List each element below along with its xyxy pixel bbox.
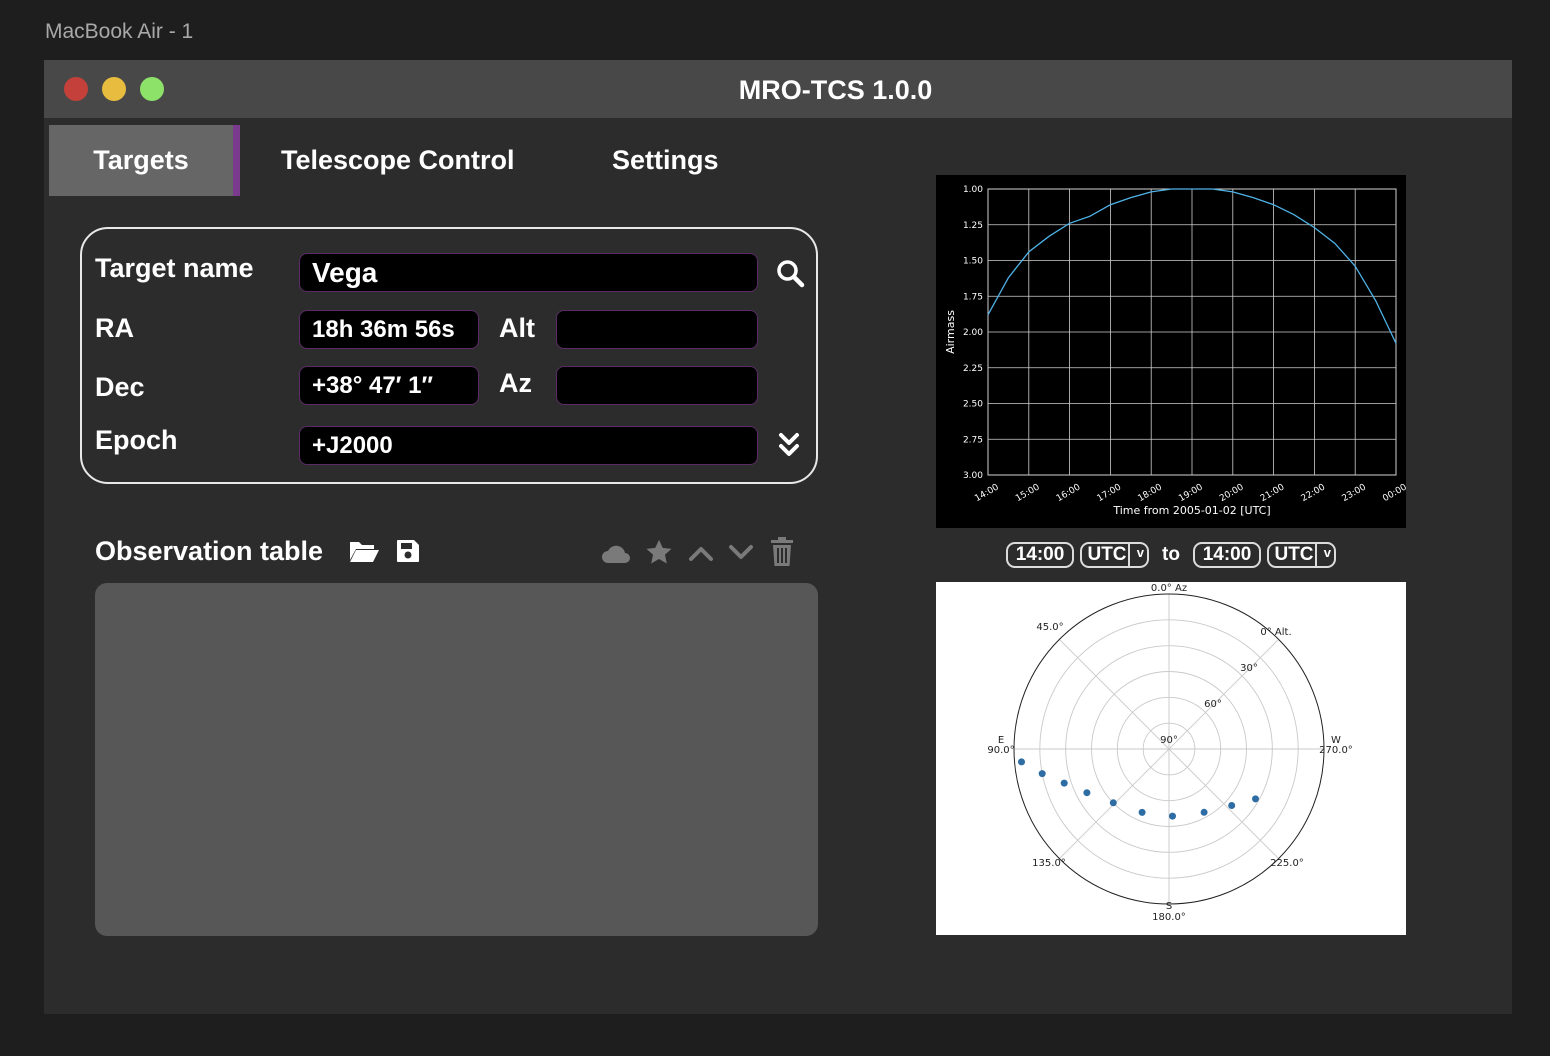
tab-telescope-control[interactable]: Telescope Control <box>281 125 515 196</box>
angle-label: S <box>1166 901 1172 912</box>
ra-input[interactable]: 18h 36m 56s <box>299 310 479 349</box>
target-position-point <box>1252 795 1259 803</box>
to-timezone-value: UTC <box>1274 544 1314 565</box>
x-tick-label: 21:00 <box>1259 482 1287 504</box>
angle-label: 225.0° <box>1270 858 1304 869</box>
y-tick-label: 2.00 <box>963 328 983 338</box>
angle-label: 270.0° <box>1319 745 1353 756</box>
y-tick-label: 2.50 <box>963 400 983 410</box>
angle-label: 180.0° <box>1152 912 1186 923</box>
x-tick-label: 17:00 <box>1096 482 1124 504</box>
search-icon <box>777 260 805 288</box>
sky-chart: 0.0° Az 45.0° E 90.0° 135.0° S 180.0° 225.0° W 27… <box>936 582 1406 935</box>
radial-label: 0° Alt. <box>1260 627 1291 638</box>
x-tick-label: 18:00 <box>1136 482 1164 504</box>
target-position-point <box>1169 812 1176 820</box>
angle-label: 45.0° <box>1036 622 1063 633</box>
star-icon <box>646 539 672 564</box>
target-position-point <box>1228 802 1236 809</box>
radial-label: 30° <box>1240 663 1258 674</box>
target-position-point <box>1138 808 1146 816</box>
x-tick-label: 16:00 <box>1055 482 1083 504</box>
to-time-input[interactable]: 14:00 <box>1193 542 1261 568</box>
y-tick-label: 2.75 <box>963 435 983 445</box>
chevron-down-icon: v <box>1136 545 1144 560</box>
radial-label: 90° <box>1160 735 1178 746</box>
y-tick-label: 1.75 <box>963 292 983 302</box>
target-position-point <box>1109 799 1117 807</box>
y-tick-label: 1.50 <box>963 257 983 267</box>
from-timezone-select[interactable]: UTC v <box>1080 542 1149 568</box>
from-time-input[interactable]: 14:00 <box>1006 542 1074 568</box>
y-tick-label: 2.25 <box>963 364 983 374</box>
save-button[interactable] <box>392 535 424 567</box>
dec-label: Dec <box>95 372 145 402</box>
title-bar: MRO-TCS 1.0.0 <box>44 60 1512 118</box>
y-tick-label: 3.00 <box>963 471 983 481</box>
target-position-point <box>1200 808 1208 816</box>
double-chevron-down-icon <box>779 433 799 456</box>
x-tick-label: 23:00 <box>1340 482 1368 504</box>
y-tick-label: 1.25 <box>963 221 983 231</box>
window-title: MRO-TCS 1.0.0 <box>738 75 933 105</box>
chevron-down-icon: v <box>1323 545 1331 560</box>
target-panel: Target name Vega RA 18h 36m 56s Alt Dec … <box>80 227 818 484</box>
x-tick-label: 15:00 <box>1014 482 1042 504</box>
y-axis-label: Airmass <box>944 310 957 354</box>
to-timezone-select[interactable]: UTC v <box>1267 542 1336 568</box>
az-label: Az <box>499 368 532 398</box>
epoch-input[interactable]: +J2000 <box>299 426 758 465</box>
alt-input[interactable] <box>556 310 758 349</box>
target-name-label: Target name <box>95 253 254 283</box>
folder-open-icon <box>350 542 379 562</box>
search-button[interactable] <box>772 255 808 291</box>
ra-label: RA <box>95 313 134 343</box>
target-position-point <box>1060 779 1068 787</box>
cloud-button[interactable] <box>599 538 633 568</box>
app-window: MRO-TCS 1.0.0 Targets Telescope Control … <box>44 60 1512 1014</box>
epoch-label: Epoch <box>95 425 178 455</box>
x-tick-label: 19:00 <box>1177 482 1205 504</box>
cloud-icon <box>602 545 630 563</box>
save-icon <box>397 540 419 562</box>
y-tick-label: 1.00 <box>963 185 983 195</box>
alt-label: Alt <box>499 313 535 343</box>
chevron-down-icon <box>729 545 753 559</box>
target-name-input[interactable]: Vega <box>299 253 758 292</box>
observation-table-title: Observation table <box>95 536 324 566</box>
tab-settings[interactable]: Settings <box>612 125 719 196</box>
angle-label: 90.0° <box>987 745 1014 756</box>
x-axis-label: Time from 2005-01-02 [UTC] <box>1112 504 1270 517</box>
tab-targets[interactable]: Targets <box>49 125 240 196</box>
move-up-button[interactable] <box>685 539 717 567</box>
chevron-up-icon <box>689 547 713 561</box>
radial-label: 60° <box>1204 699 1222 710</box>
from-timezone-value: UTC <box>1087 544 1127 565</box>
target-position-point <box>1018 758 1025 766</box>
to-label: to <box>1162 544 1180 565</box>
frame-label: MacBook Air - 1 <box>45 20 194 43</box>
target-position-point <box>1083 789 1091 797</box>
angle-label: 135.0° <box>1032 858 1066 869</box>
open-file-button[interactable] <box>347 536 381 566</box>
x-tick-label: 22:00 <box>1300 482 1328 504</box>
angle-label: 0.0° Az <box>1151 583 1187 594</box>
airmass-chart: 14:00 15:00 16:00 17:00 18:00 19:00 20:00 21:00… <box>936 175 1409 528</box>
target-position-point <box>1038 770 1046 778</box>
x-tick-label: 00:00 <box>1381 482 1406 504</box>
move-down-button[interactable] <box>725 539 757 567</box>
observation-table[interactable] <box>95 583 818 936</box>
az-input[interactable] <box>556 366 758 405</box>
trash-icon <box>771 537 793 566</box>
delete-button[interactable] <box>766 536 798 568</box>
x-tick-label: 14:00 <box>973 482 1001 504</box>
expand-button[interactable] <box>774 429 804 461</box>
dec-input[interactable]: +38° 47′ 1″ <box>299 366 479 405</box>
favorite-button[interactable] <box>642 537 676 567</box>
x-tick-label: 20:00 <box>1218 482 1246 504</box>
